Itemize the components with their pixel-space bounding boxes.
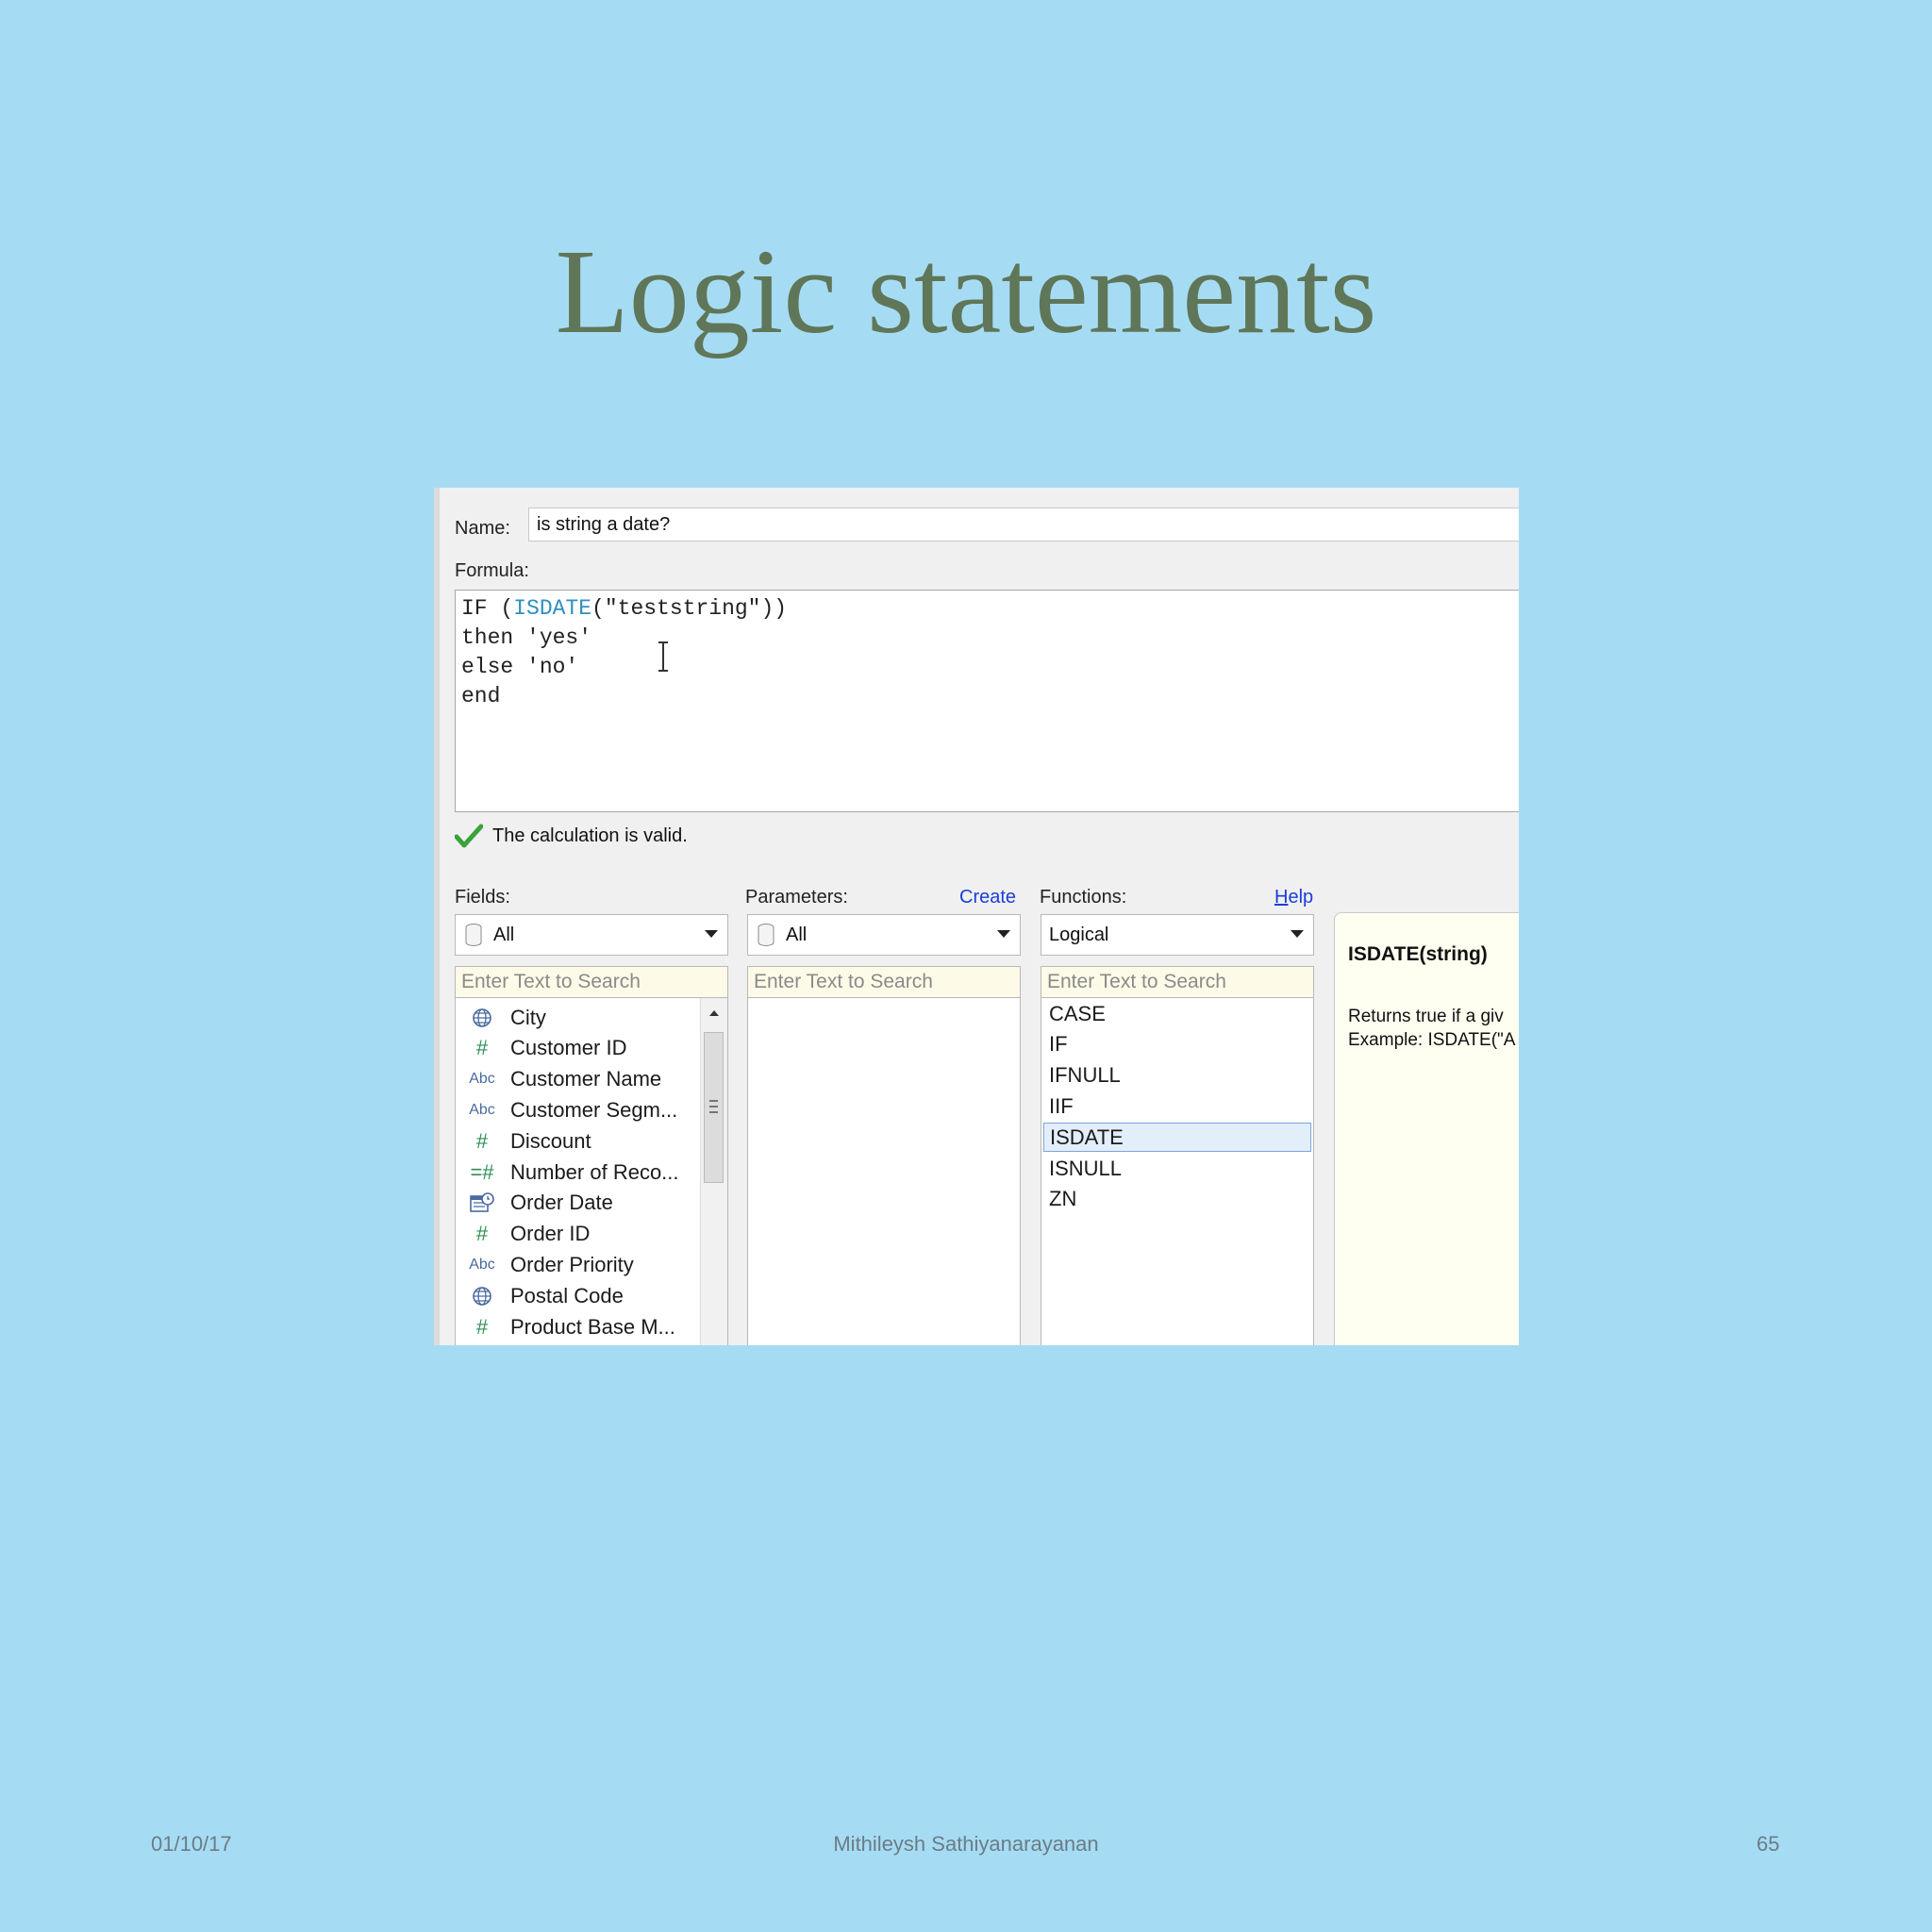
chevron-down-icon	[1291, 930, 1304, 938]
field-item-label: Customer ID	[510, 1036, 627, 1060]
functions-label: Functions:	[1040, 887, 1127, 908]
field-item-label: Order Date	[510, 1191, 613, 1215]
field-item[interactable]: # Product Base M...	[465, 1311, 675, 1342]
field-item[interactable]: Postal Code	[465, 1280, 624, 1311]
datasource-icon	[758, 924, 774, 946]
field-item-label: Discount	[510, 1128, 591, 1153]
datasource-icon	[465, 924, 482, 946]
field-item-label: Number of Reco...	[510, 1159, 679, 1184]
name-label: Name:	[455, 518, 510, 539]
formula-label: Formula:	[455, 560, 529, 581]
parameters-list	[747, 998, 1021, 1345]
field-item[interactable]: =# Number of Reco...	[465, 1157, 679, 1188]
scroll-up-icon[interactable]	[701, 1002, 727, 1024]
formula-line-1: IF (ISDATE("teststring"))	[461, 596, 788, 621]
formula-function-token: ISDATE	[513, 596, 592, 621]
parameters-filter-dropdown[interactable]: All	[747, 914, 1021, 956]
name-input[interactable]: is string a date?	[528, 508, 1519, 541]
field-item[interactable]: Abc Order Priority	[465, 1249, 634, 1280]
field-item[interactable]: # Customer ID	[465, 1033, 627, 1064]
text-cursor-icon	[658, 641, 668, 672]
scroll-thumb[interactable]	[704, 1032, 724, 1183]
help-description-line-1: Returns true if a giv	[1348, 1007, 1504, 1026]
formula-line-3: else 'no'	[461, 655, 579, 679]
globe-icon	[465, 1008, 499, 1028]
fields-label: Fields:	[455, 887, 510, 908]
grip-icon	[709, 1100, 718, 1113]
footer-page-number: 65	[1757, 1832, 1780, 1856]
date-icon	[465, 1192, 499, 1213]
calculated-field-dialog: Name: is string a date? Formula: IF (ISD…	[434, 488, 1519, 1345]
function-help-panel: ISDATE(string) Returns true if a giv Exa…	[1334, 912, 1519, 1345]
dialog-left-edge	[434, 488, 440, 1345]
field-item[interactable]: # Discount	[465, 1125, 591, 1157]
function-item-zn[interactable]: ZN	[1043, 1185, 1311, 1214]
validation-message: The calculation is valid.	[492, 824, 688, 846]
function-item-if[interactable]: IF	[1043, 1030, 1311, 1059]
field-item[interactable]: City	[465, 1002, 546, 1033]
parameters-search-input[interactable]: Enter Text to Search	[747, 966, 1021, 998]
functions-list: CASE IF IFNULL IIF ISDATE ISNULL ZN	[1041, 998, 1314, 1345]
number-icon: #	[475, 1222, 489, 1246]
number-icon: #	[475, 1036, 489, 1060]
field-item-label: Product Base M...	[510, 1314, 675, 1339]
field-item-label: Customer Name	[510, 1067, 662, 1091]
footer-author: Mithileysh Sathiyanarayanan	[833, 1832, 1099, 1856]
formula-line-2: then 'yes'	[461, 625, 592, 650]
fields-scrollbar[interactable]	[700, 998, 727, 1345]
functions-search-input[interactable]: Enter Text to Search	[1041, 966, 1314, 998]
field-item[interactable]: # Order ID	[465, 1219, 590, 1250]
fields-filter-value: All	[493, 924, 515, 945]
number-icon: #	[475, 1128, 489, 1153]
string-icon: Abc	[469, 1256, 495, 1273]
function-item-isnull[interactable]: ISNULL	[1043, 1154, 1311, 1183]
help-description: Returns true if a giv Example: ISDATE("A	[1348, 1005, 1515, 1052]
field-item-label: City	[510, 1005, 546, 1029]
help-title: ISDATE(string)	[1348, 943, 1488, 965]
help-description-line-2: Example: ISDATE("A	[1348, 1030, 1516, 1050]
globe-icon	[465, 1286, 499, 1307]
checkmark-icon	[455, 824, 483, 848]
parameters-filter-value: All	[786, 924, 808, 945]
formula-editor[interactable]: IF (ISDATE("teststring")) then 'yes' els…	[455, 590, 1519, 812]
slide-title: Logic statements	[555, 225, 1377, 358]
field-item-label: Order Priority	[510, 1252, 634, 1276]
number-icon: #	[475, 1314, 489, 1339]
string-icon: Abc	[469, 1101, 495, 1118]
field-item[interactable]: Abc Customer Name	[465, 1064, 661, 1095]
field-item[interactable]: Order Date	[465, 1188, 613, 1219]
validation-status: The calculation is valid.	[455, 824, 688, 848]
chevron-down-icon	[997, 930, 1010, 938]
field-item-label: Order ID	[510, 1222, 591, 1246]
help-link-rest: elp	[1288, 887, 1314, 908]
functions-filter-dropdown[interactable]: Logical	[1041, 914, 1314, 956]
fields-list: City # Customer ID Abc Customer Name Abc Custo…	[455, 998, 728, 1345]
create-parameter-link[interactable]: Create	[959, 887, 1016, 908]
chevron-down-icon	[705, 930, 718, 938]
functions-filter-value: Logical	[1049, 924, 1109, 945]
field-item-label: Customer Segm...	[510, 1097, 678, 1122]
field-item-label: Postal Code	[510, 1283, 624, 1307]
help-link[interactable]: Help	[1274, 887, 1313, 908]
fields-search-input[interactable]: Enter Text to Search	[455, 966, 728, 998]
function-item-case[interactable]: CASE	[1043, 999, 1311, 1028]
calculated-number-icon: =#	[470, 1159, 494, 1184]
function-item-iif[interactable]: IIF	[1043, 1091, 1311, 1121]
parameters-label: Parameters:	[745, 887, 848, 908]
formula-line-4: end	[461, 684, 501, 708]
string-icon: Abc	[469, 1071, 495, 1088]
function-item-ifnull[interactable]: IFNULL	[1043, 1061, 1311, 1091]
fields-filter-dropdown[interactable]: All	[455, 914, 728, 956]
function-item-isdate[interactable]: ISDATE	[1043, 1123, 1311, 1153]
field-item[interactable]: Abc Customer Segm...	[465, 1094, 677, 1125]
